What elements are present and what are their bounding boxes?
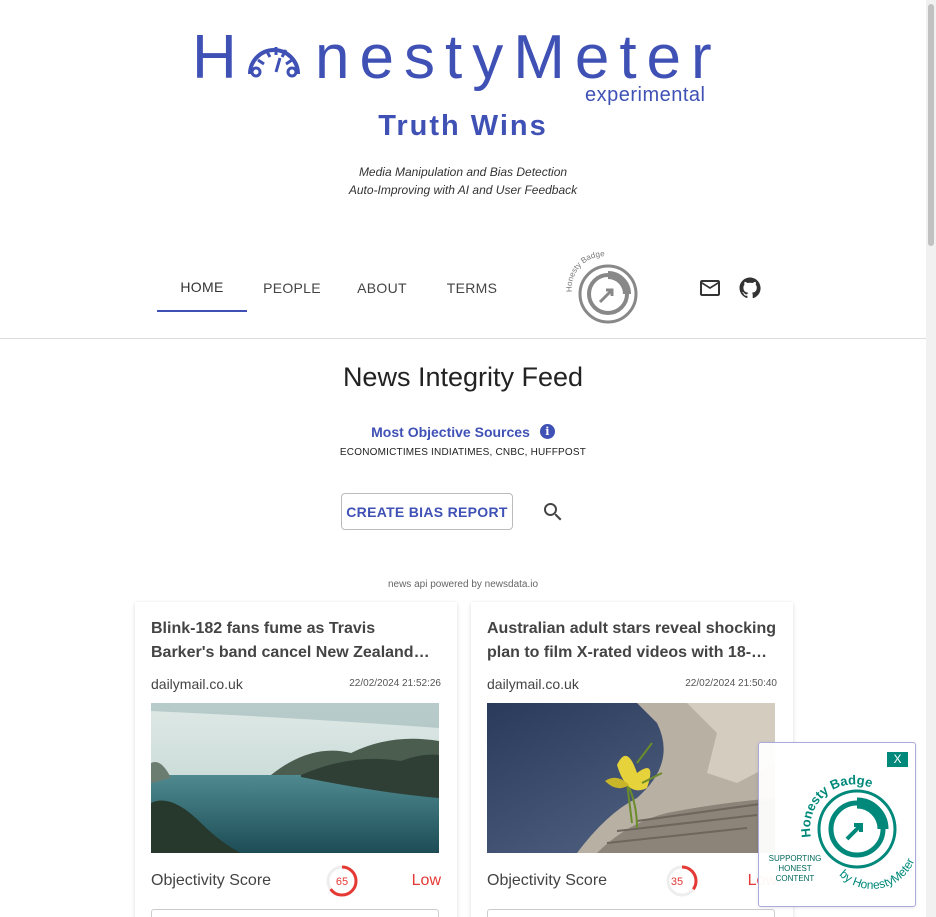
score-value: 35 xyxy=(671,876,683,888)
nav-home[interactable]: HOME xyxy=(157,264,247,312)
tagline: Truth Wins xyxy=(378,110,548,142)
supporting-honest-content-text: SUPPORTING HONEST CONTENT xyxy=(765,854,825,884)
objectivity-score-label: Objectivity Score xyxy=(151,872,272,889)
powered-by-text: news api powered by newsdata.io xyxy=(387,579,539,590)
honesty-badge-popup[interactable]: X Honesty Badge by HonestyMeter SUPPORTI… xyxy=(758,742,917,907)
card-image[interactable] xyxy=(151,703,439,853)
badge-arc-text: Honesty Badge xyxy=(565,249,606,292)
card-date: 22/02/2024 21:52:26 xyxy=(349,678,441,689)
popup-close-button[interactable]: X xyxy=(887,752,908,767)
subtitle-line: Auto-Improving with AI and User Feedback xyxy=(348,183,578,197)
card-title[interactable]: Australian adult stars reveal shocking p… xyxy=(487,617,777,665)
card-action-box[interactable] xyxy=(151,909,439,917)
feed-title: News Integrity Feed xyxy=(342,362,584,392)
experimental-label: experimental xyxy=(585,84,706,106)
create-bias-report-button[interactable]: CREATE BIAS REPORT xyxy=(341,493,513,530)
score-ring: 65 xyxy=(326,865,358,897)
objectivity-score-label: Objectivity Score xyxy=(487,872,608,889)
popup-text-line: CONTENT xyxy=(775,874,815,883)
nav-about[interactable]: ABOUT xyxy=(337,264,427,312)
site-subtitle: Media Manipulation and Bias Detection Au… xyxy=(0,163,926,199)
gauge-icon xyxy=(248,47,300,78)
card-image[interactable] xyxy=(487,703,775,853)
popup-text-line: SUPPORTING xyxy=(768,854,822,863)
page-scrollbar[interactable] xyxy=(926,0,936,917)
nav-people[interactable]: PEOPLE xyxy=(247,264,337,312)
most-objective-sources: ECONOMICTIMES INDIATIMES, CNBC, HUFFPOST xyxy=(339,447,587,458)
popup-text-line: HONEST xyxy=(778,864,812,873)
svg-text:Honesty Badge: Honesty Badge xyxy=(565,249,606,292)
card-source: dailymail.co.uk xyxy=(151,676,243,692)
logo-letter-h: H xyxy=(192,23,247,92)
nav-terms[interactable]: TERMS xyxy=(427,264,517,312)
scrollbar-thumb[interactable] xyxy=(928,4,934,246)
mail-icon[interactable] xyxy=(698,276,722,300)
card-date: 22/02/2024 21:50:40 xyxy=(685,678,777,689)
most-objective-label: Most Objective Sources xyxy=(371,423,530,440)
github-icon[interactable] xyxy=(738,276,762,300)
logo-wordmark: nestyMeter xyxy=(315,23,722,92)
site-header: H nestyMeter experimental Truth Wins Med… xyxy=(0,0,926,339)
honestymeter-logo[interactable]: H nestyMeter xyxy=(190,22,750,92)
search-icon[interactable] xyxy=(541,500,565,524)
info-icon[interactable]: i xyxy=(539,424,555,440)
news-card[interactable]: Blink-182 fans fume as Travis Barker's b… xyxy=(135,602,457,917)
card-title[interactable]: Blink-182 fans fume as Travis Barker's b… xyxy=(151,617,441,665)
news-card[interactable]: Australian adult stars reveal shocking p… xyxy=(471,602,793,917)
score-value: 65 xyxy=(336,876,348,888)
main-nav: HOME PEOPLE ABOUT TERMS xyxy=(157,264,517,312)
score-level: Low xyxy=(411,872,441,889)
card-action-box[interactable] xyxy=(487,909,775,917)
honesty-badge-icon[interactable]: Honesty Badge xyxy=(562,248,642,328)
most-objective-row: Most Objective Sources i xyxy=(0,423,926,441)
subtitle-line: Media Manipulation and Bias Detection xyxy=(358,165,568,179)
card-source: dailymail.co.uk xyxy=(487,676,579,692)
score-ring: 35 xyxy=(666,865,698,897)
